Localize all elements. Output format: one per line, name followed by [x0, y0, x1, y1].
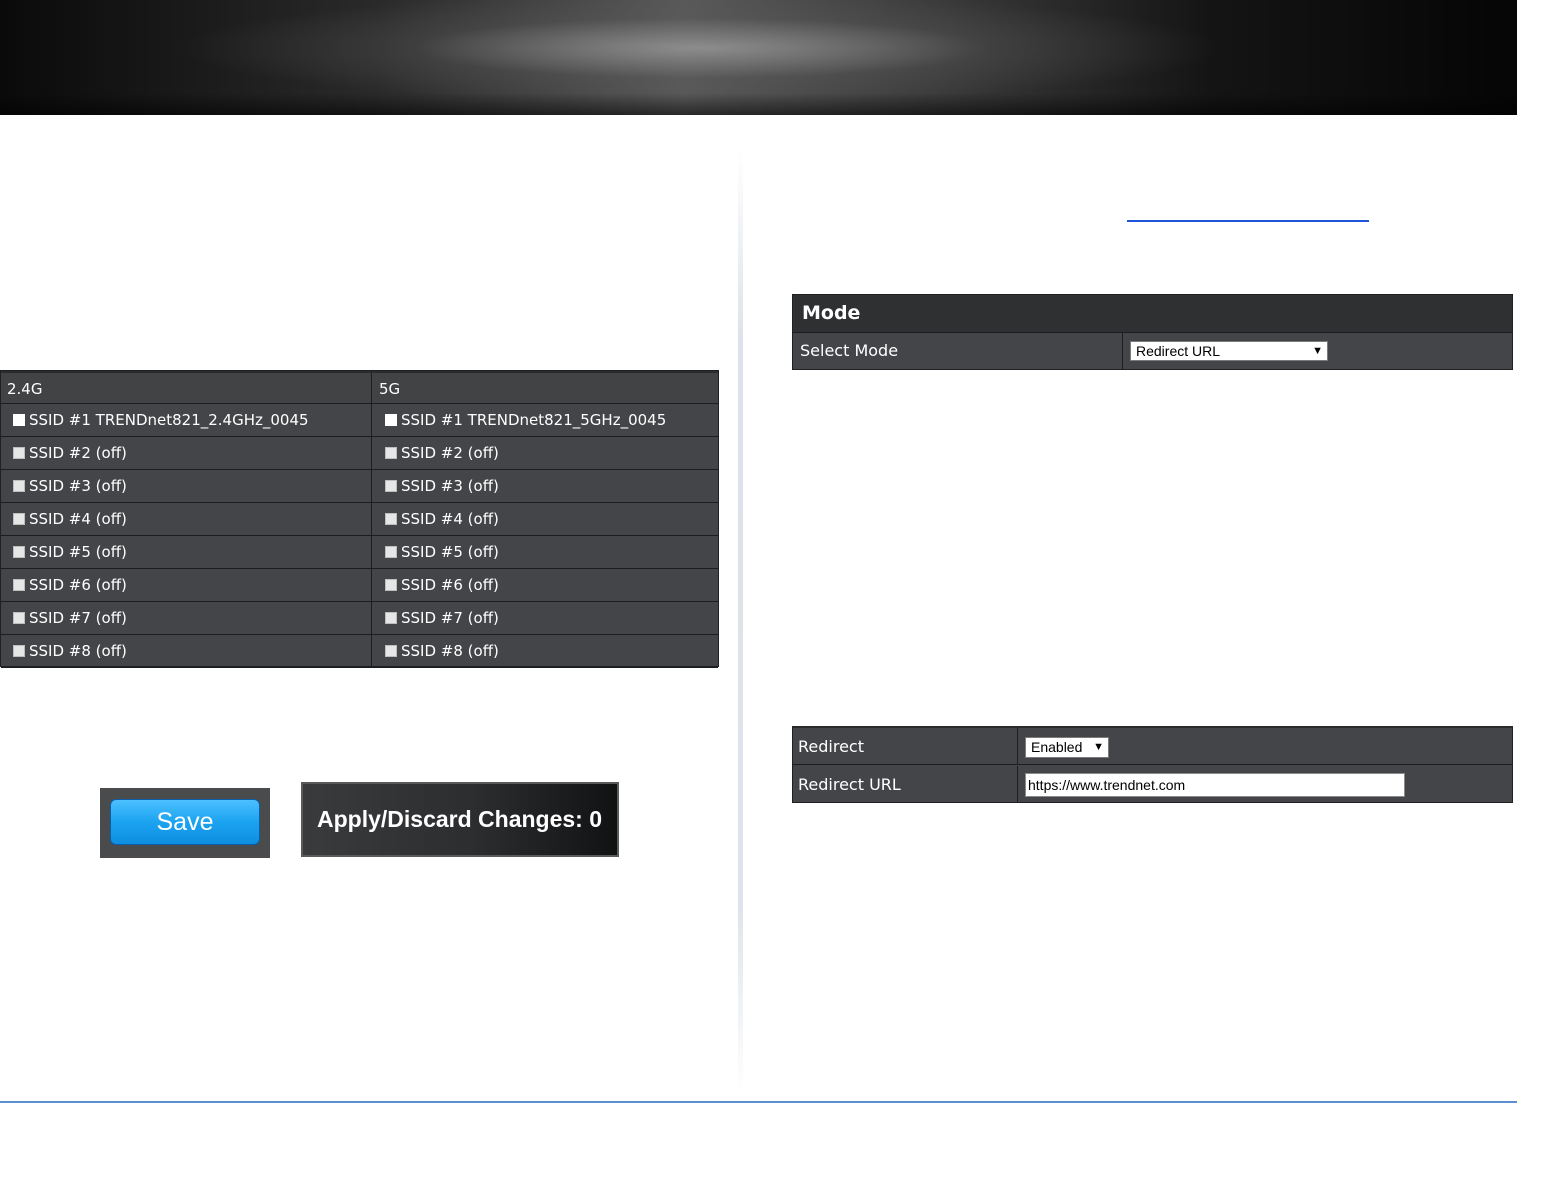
ssid-checkbox[interactable] [385, 447, 397, 459]
hyperlink-underline[interactable] [1127, 220, 1369, 222]
ssid-table-header: 2.4G 5G [1, 371, 718, 405]
select-mode-label: Select Mode [793, 333, 1123, 369]
ssid-table: 2.4G 5G SSID #1 TRENDnet821_2.4GHz_0045 S… [0, 370, 719, 668]
ssid-cell-5g: SSID #3 (off) [373, 470, 718, 502]
header-banner [0, 0, 1517, 115]
ssid-cell-5g: SSID #4 (off) [373, 503, 718, 535]
ssid-cell-24g: SSID #2 (off) [1, 437, 372, 469]
ssid-checkbox[interactable] [13, 645, 25, 657]
ssid-cell-5g: SSID #1 TRENDnet821_5GHz_0045 [373, 404, 718, 436]
ssid-row: SSID #7 (off) SSID #7 (off) [1, 602, 718, 635]
select-mode-dropdown[interactable]: Redirect URL ▼ [1130, 341, 1328, 361]
ssid-label: SSID #6 (off) [401, 576, 499, 594]
ssid-checkbox[interactable] [13, 480, 25, 492]
ssid-checkbox[interactable] [13, 612, 25, 624]
ssid-cell-5g: SSID #5 (off) [373, 536, 718, 568]
redirect-label: Redirect [793, 728, 1018, 764]
select-mode-row: Select Mode Redirect URL ▼ [793, 333, 1512, 369]
ssid-checkbox[interactable] [13, 513, 25, 525]
redirect-dropdown[interactable]: Enabled ▼ [1025, 737, 1109, 758]
ssid-row: SSID #3 (off) SSID #3 (off) [1, 470, 718, 503]
ssid-cell-5g: SSID #6 (off) [373, 569, 718, 601]
ssid-label: SSID #4 (off) [401, 510, 499, 528]
ssid-checkbox[interactable] [13, 414, 25, 426]
mode-table: Mode Select Mode Redirect URL ▼ [792, 294, 1513, 370]
ssid-cell-5g: SSID #7 (off) [373, 602, 718, 634]
ssid-label: SSID #3 (off) [29, 477, 127, 495]
ssid-label: SSID #2 (off) [401, 444, 499, 462]
chevron-down-icon: ▼ [1093, 741, 1104, 753]
ssid-checkbox[interactable] [13, 447, 25, 459]
ssid-row: SSID #8 (off) SSID #8 (off) [1, 635, 718, 668]
mode-table-title: Mode [793, 295, 1512, 333]
ssid-checkbox[interactable] [13, 579, 25, 591]
ssid-checkbox[interactable] [13, 546, 25, 558]
ssid-label: SSID #8 (off) [401, 642, 499, 660]
header-24g: 2.4G [1, 373, 372, 405]
ssid-row: SSID #5 (off) SSID #5 (off) [1, 536, 718, 569]
header-5g: 5G [379, 380, 401, 398]
ssid-checkbox[interactable] [385, 414, 397, 426]
ssid-checkbox[interactable] [385, 579, 397, 591]
ssid-cell-24g: SSID #7 (off) [1, 602, 372, 634]
footer-rule [0, 1101, 1517, 1103]
ssid-checkbox[interactable] [385, 546, 397, 558]
ssid-cell-24g: SSID #8 (off) [1, 635, 372, 667]
ssid-cell-5g: SSID #2 (off) [373, 437, 718, 469]
ssid-label: SSID #1 TRENDnet821_2.4GHz_0045 [29, 411, 309, 429]
ssid-label: SSID #1 TRENDnet821_5GHz_0045 [401, 411, 667, 429]
ssid-label: SSID #2 (off) [29, 444, 127, 462]
ssid-checkbox[interactable] [385, 645, 397, 657]
ssid-label: SSID #6 (off) [29, 576, 127, 594]
ssid-row: SSID #1 TRENDnet821_2.4GHz_0045 SSID #1 T… [1, 404, 718, 437]
ssid-cell-24g: SSID #5 (off) [1, 536, 372, 568]
ssid-label: SSID #5 (off) [29, 543, 127, 561]
ssid-row: SSID #4 (off) SSID #4 (off) [1, 503, 718, 536]
redirect-row: Redirect Enabled ▼ [793, 728, 1512, 765]
ssid-row: SSID #6 (off) SSID #6 (off) [1, 569, 718, 602]
ssid-cell-5g: SSID #8 (off) [373, 635, 718, 667]
ssid-label: SSID #8 (off) [29, 642, 127, 660]
redirect-table: Redirect Enabled ▼ Redirect URL https://… [792, 726, 1513, 803]
ssid-label: SSID #5 (off) [401, 543, 499, 561]
column-divider [738, 150, 743, 1095]
ssid-cell-24g: SSID #4 (off) [1, 503, 372, 535]
ssid-cell-24g: SSID #3 (off) [1, 470, 372, 502]
ssid-checkbox[interactable] [385, 513, 397, 525]
save-button[interactable]: Save [110, 799, 260, 845]
ssid-row: SSID #2 (off) SSID #2 (off) [1, 437, 718, 470]
redirect-value: Enabled [1031, 739, 1083, 755]
ssid-label: SSID #7 (off) [29, 609, 127, 627]
select-mode-value: Redirect URL [1136, 343, 1221, 359]
ssid-label: SSID #7 (off) [401, 609, 499, 627]
chevron-down-icon: ▼ [1312, 345, 1323, 357]
redirect-url-row: Redirect URL https://www.trendnet.com [793, 766, 1512, 803]
ssid-cell-24g: SSID #1 TRENDnet821_2.4GHz_0045 [1, 404, 372, 436]
apply-discard-changes-button[interactable]: Apply/Discard Changes: 0 [301, 782, 619, 857]
ssid-label: SSID #3 (off) [401, 477, 499, 495]
ssid-cell-24g: SSID #6 (off) [1, 569, 372, 601]
save-button-frame: Save [100, 788, 270, 858]
ssid-checkbox[interactable] [385, 480, 397, 492]
ssid-checkbox[interactable] [385, 612, 397, 624]
redirect-url-label: Redirect URL [793, 766, 1018, 803]
ssid-label: SSID #4 (off) [29, 510, 127, 528]
redirect-url-input[interactable]: https://www.trendnet.com [1025, 773, 1405, 797]
